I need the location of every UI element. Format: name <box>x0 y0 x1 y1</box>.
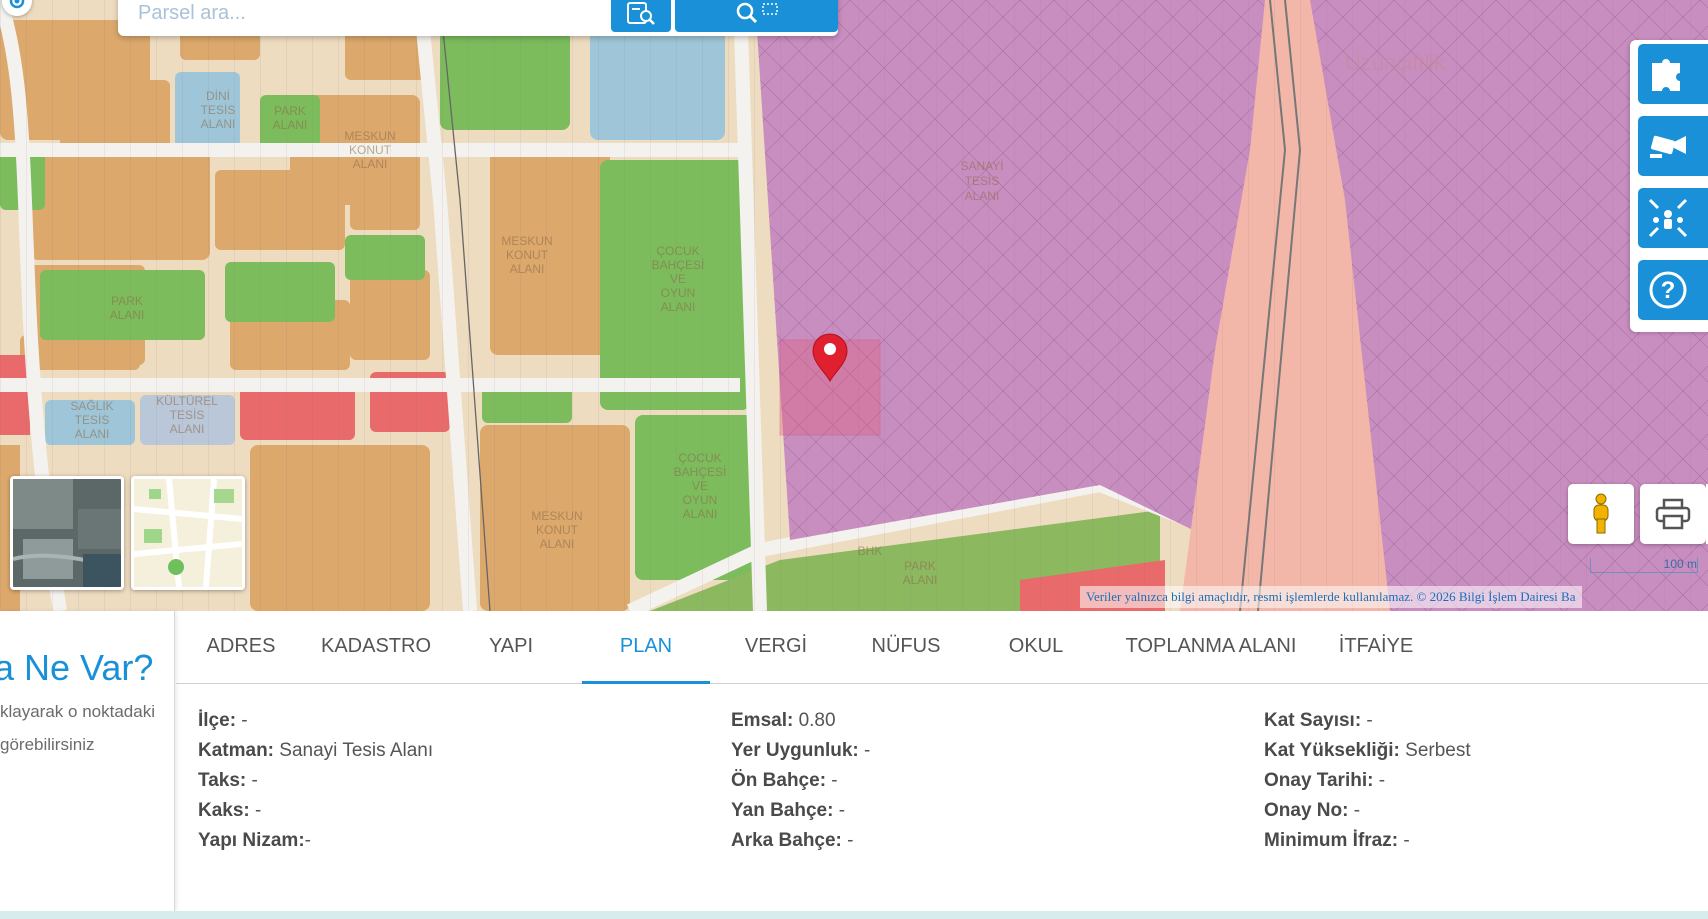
help-button[interactable]: ? <box>1638 260 1708 320</box>
plan-yer-uygunluk: Yer Uygunluk: - <box>731 740 871 761</box>
plan-onay-tarihi: Onay Tarihi: - <box>1264 770 1386 791</box>
plan-kat-yuksekligi: Kat Yüksekliği: Serbest <box>1264 740 1471 761</box>
panel-help-line-1: klayarak o noktadaki <box>0 702 155 721</box>
puzzle-icon <box>1652 59 1680 91</box>
label-uzunciftlik: Uzunçiftlik <box>1345 50 1446 75</box>
street-preview <box>134 479 242 587</box>
label-park3: PARK ALANI <box>903 559 938 587</box>
camera-button[interactable] <box>1638 116 1708 176</box>
grid-overlay <box>0 0 1708 611</box>
label-sanayi: SANAYİ TESİS ALANI <box>960 159 1003 203</box>
plan-ilce: İlçe: - <box>198 710 248 731</box>
scale-label: 100 m <box>1663 557 1697 571</box>
label-park2: PARK ALANI <box>110 294 145 322</box>
tab-okul[interactable]: OKUL <box>976 611 1096 681</box>
tab-itfaiye[interactable]: İTFAİYE <box>1316 611 1436 681</box>
locate-icon <box>9 0 25 9</box>
map-view[interactable]: Uzunçiftlik SANAYİ TESİS ALANI DİNİ TESİS AL… <box>0 0 1708 611</box>
label-saglik: SAĞLIK TESİS ALANI <box>70 398 113 441</box>
tab-plan[interactable]: PLAN <box>582 611 710 684</box>
parcel-search-input[interactable] <box>138 0 608 32</box>
satellite-basemap-thumbnail[interactable] <box>10 476 124 590</box>
plan-taks: Taks: - <box>198 770 258 791</box>
search-button[interactable] <box>675 0 838 32</box>
print-button[interactable] <box>1640 484 1706 544</box>
street-basemap-thumbnail[interactable] <box>131 476 245 590</box>
plan-kat-sayisi: Kat Sayısı: - <box>1264 710 1373 731</box>
parcel-search-button[interactable] <box>611 0 671 32</box>
plan-emsal: Emsal: 0.80 <box>731 710 836 731</box>
info-tabs: ADRES KADASTRO YAPI PLAN VERGİ NÜFUS OKU… <box>176 611 1708 684</box>
search-bar <box>118 0 838 36</box>
tab-yapi[interactable]: YAPI <box>456 611 566 681</box>
plan-yan-bahce: Yan Bahçe: - <box>731 800 846 821</box>
plan-on-bahce: Ön Bahçe: - <box>731 770 838 791</box>
label-park1: PARK ALANI <box>273 104 308 132</box>
puzzle-button[interactable] <box>1638 44 1708 104</box>
plan-yapi-nizam: Yapı Nizam:- <box>198 830 311 851</box>
help-icon: ? <box>1649 271 1687 309</box>
satellite-preview <box>13 479 121 587</box>
plan-onay-no: Onay No: - <box>1264 800 1361 821</box>
panel-help-line-2: görebilirsiniz <box>0 735 95 754</box>
right-toolbar: ? <box>1630 40 1708 332</box>
label-bhk: BHK <box>858 544 883 558</box>
camera-icon <box>1650 135 1686 158</box>
what-is-here-panel: a Ne Var? klayarak o noktadaki görebilir… <box>0 611 175 911</box>
search-icon <box>736 2 778 24</box>
plan-katman: Katman: Sanayi Tesis Alanı <box>198 740 434 761</box>
plan-kaks: Kaks: - <box>198 800 262 821</box>
tab-kadastro[interactable]: KADASTRO <box>306 611 446 681</box>
plan-minimum-ifraz: Minimum İfraz: - <box>1264 830 1410 851</box>
tab-vergi[interactable]: VERGİ <box>716 611 836 681</box>
gathering-area-icon <box>1648 198 1688 238</box>
bottom-strip <box>0 911 1708 919</box>
tab-nufus[interactable]: NÜFUS <box>841 611 971 681</box>
map-attribution: Veriler yalnızca bilgi amaçlıdır, resmi … <box>1080 586 1582 608</box>
scale-bar: 100 m <box>1590 558 1698 573</box>
plan-map-layer[interactable]: Uzunçiftlik SANAYİ TESİS ALANI DİNİ TESİS AL… <box>0 0 1708 611</box>
plan-arka-bahce: Arka Bahçe: - <box>731 830 854 851</box>
svg-text:?: ? <box>1661 277 1676 304</box>
street-view-button[interactable] <box>1568 484 1634 544</box>
tab-toplanma-alani[interactable]: TOPLANMA ALANI <box>1106 611 1316 681</box>
panel-title: a Ne Var? <box>0 647 154 688</box>
parcel-search-icon <box>627 2 655 25</box>
gathering-area-button[interactable] <box>1638 188 1708 248</box>
pegman-icon <box>1593 493 1609 534</box>
tab-adres[interactable]: ADRES <box>186 611 296 681</box>
print-icon <box>1655 498 1691 530</box>
